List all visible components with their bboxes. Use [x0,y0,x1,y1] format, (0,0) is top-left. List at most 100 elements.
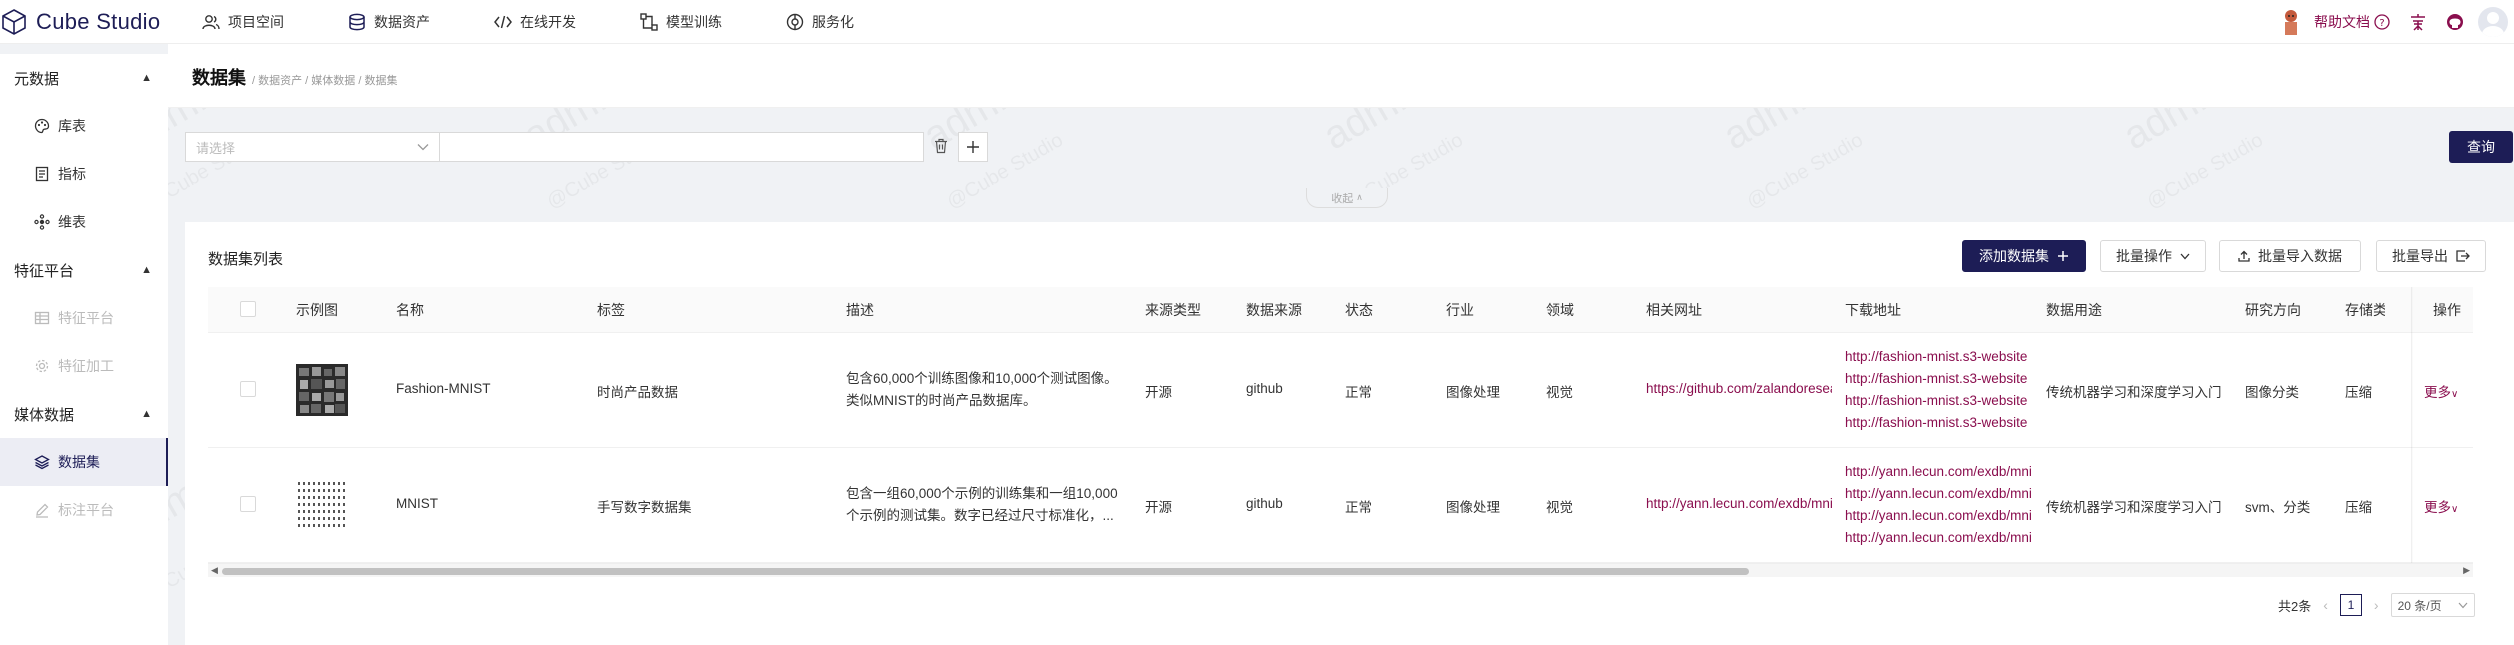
github-link[interactable] [2446,13,2464,31]
description-line: 包含60,000个训练图像和10,000个测试图像。 [846,371,1118,386]
dataset-field: 视觉 [1546,385,1573,400]
dataset-description: 包含60,000个训练图像和10,000个测试图像。 类似MNIST的时尚产品数… [846,368,1138,412]
app-logo[interactable]: Cube Studio [0,0,190,44]
column-header: 描述 [846,302,874,318]
page-size-select[interactable]: 20 条/页 [2390,593,2475,617]
select-placeholder: 请选择 [196,140,236,156]
download-url-link[interactable]: http://fashion-mnist.s3-website [1845,346,2031,368]
download-url-link[interactable]: http://yann.lecun.com/exdb/mnist/ [1845,505,2031,527]
dataset-status: 正常 [1345,500,1372,515]
description-line: 类似MNIST的时尚产品数据库。 [846,393,1037,408]
topnav-item-service[interactable]: 服务化 [786,12,854,32]
topnav-item-dev[interactable]: 在线开发 [494,12,576,32]
help-docs-link[interactable]: 帮助文档 [2314,12,2370,32]
users-icon [202,14,220,29]
sidebar-item-datasets[interactable]: 数据集 [0,438,168,486]
table-row[interactable]: MNIST 手写数字数据集 包含一组60,000个示例的训练集和一组10,000… [208,448,2473,563]
scroll-left-icon[interactable]: ◀ [211,565,218,576]
horizontal-scrollbar[interactable]: ◀ ▶ [208,563,2473,577]
batch-import-button[interactable]: 批量导入数据 [2219,240,2361,272]
table-row[interactable]: Fashion-MNIST 时尚产品数据 包含60,000个训练图像和10,00… [208,333,2473,448]
more-actions-menu[interactable]: 更多∨ [2424,381,2458,401]
column-header: 标签 [597,302,625,318]
download-url-link[interactable]: http://yann.lecun.com/exdb/mnist/ [1845,527,2031,549]
sidebar-item-dimensions[interactable]: 维表 [0,198,168,246]
filter-field-select[interactable]: 请选择 [185,132,440,162]
language-switch[interactable] [2408,12,2428,32]
table-icon [34,311,50,325]
related-url-link[interactable]: http://yann.lecun.com/exdb/mnist/ [1646,496,1832,511]
app-name: Cube Studio [36,8,161,34]
add-filter-button[interactable] [958,132,988,162]
download-url-link[interactable]: http://fashion-mnist.s3-website [1845,412,2031,434]
question-circle-icon[interactable]: ? [2374,14,2390,30]
topnav-item-data-assets[interactable]: 数据资产 [348,12,430,32]
dataset-list-card: 数据集列表 添加数据集 批量操作 批量导入数据 批量导出 示例图 名称 标签 描… [185,222,2514,645]
button-label: 批量导入数据 [2258,248,2342,264]
column-header: 操作 [2433,302,2461,318]
column-header: 数据用途 [2046,302,2102,318]
research-direction: svm、分类 [2245,500,2311,515]
more-actions-menu[interactable]: 更多∨ [2424,496,2458,516]
filter-value-input[interactable] [440,132,924,162]
sidebar-item-tables[interactable]: 库表 [0,102,168,150]
sidebar-item-label: 标注平台 [58,502,114,518]
topnav-item-label: 服务化 [812,13,854,30]
download-url-link[interactable]: http://yann.lecun.com/exdb/mnist/ [1845,461,2031,483]
column-header: 领域 [1546,302,1574,318]
row-checkbox[interactable] [240,496,256,512]
chevron-down-icon [417,144,429,151]
sidebar-item-label: 特征加工 [58,358,114,374]
related-url-link[interactable]: https://github.com/zalandoresearch/fashi… [1646,381,1832,396]
button-label: 批量导出 [2392,248,2448,264]
download-url-link[interactable]: http://yann.lecun.com/exdb/mnist/ [1845,483,2031,505]
sidebar-group-metadata[interactable]: 元数据 ▲ [0,54,168,102]
topnav-item-label: 模型训练 [666,13,722,30]
download-url-link[interactable]: http://fashion-mnist.s3-website [1845,368,2031,390]
sidebar-item-label: 数据集 [58,454,100,470]
download-urls: http://yann.lecun.com/exdb/mnist/ http:/… [1845,461,2031,549]
scrollbar-thumb[interactable] [222,568,1749,575]
user-avatar[interactable] [2478,7,2508,37]
sidebar-item-metrics[interactable]: 指标 [0,150,168,198]
topnav-item-training[interactable]: 模型训练 [640,12,722,32]
plus-icon [2058,251,2068,261]
download-url-link[interactable]: http://fashion-mnist.s3-website [1845,390,2031,412]
collapse-label: 收起 [1331,192,1354,205]
button-label: 添加数据集 [1979,248,2049,264]
translate-icon [2411,14,2425,31]
batch-operation-button[interactable]: 批量操作 [2100,240,2206,272]
svg-text:?: ? [2379,18,2384,29]
scroll-right-icon[interactable]: ▶ [2463,565,2470,576]
query-button[interactable]: 查询 [2449,131,2513,163]
breadcrumb: / 数据资产 / 媒体数据 / 数据集 [252,75,398,87]
column-header: 行业 [1446,302,1474,318]
delete-filter-button[interactable] [934,138,948,157]
select-all-checkbox[interactable] [240,301,256,317]
sidebar-item-label: 特征平台 [58,310,114,326]
column-header: 存储类 [2345,302,2385,318]
page-size-label: 20 条/页 [2397,598,2442,613]
more-label: 更多 [2424,500,2451,515]
row-checkbox[interactable] [240,381,256,397]
add-dataset-button[interactable]: 添加数据集 [1962,240,2086,272]
sidebar-group-media[interactable]: 媒体数据 ▲ [0,390,168,438]
github-icon [2447,14,2463,30]
download-urls: http://fashion-mnist.s3-website http://f… [1845,346,2031,434]
column-header: 研究方向 [2245,302,2301,318]
prev-page-icon[interactable]: ‹ [2323,597,2328,613]
dataset-name: MNIST [396,496,438,511]
dataset-thumbnail[interactable] [296,479,348,531]
topnav-item-label: 数据资产 [374,13,430,30]
page-number-current[interactable]: 1 [2339,594,2362,616]
topnav-item-project[interactable]: 项目空间 [202,12,284,32]
sidebar-group-feature[interactable]: 特征平台 ▲ [0,246,168,294]
dataset-thumbnail[interactable] [296,364,348,416]
top-navigation-bar: Cube Studio 项目空间 数据资产 在线开发 模型训练 服务化 帮助文档… [0,0,2514,44]
batch-export-button[interactable]: 批量导出 [2376,240,2486,272]
sidebar: 元数据 ▲ 库表 指标 维表 特征平台 ▲ 特征平台 特征加工 媒体数据 ▲ 数… [0,54,168,645]
sidebar-group-label: 特征平台 [14,262,75,280]
collapse-filter-toggle[interactable]: 收起 ∧ [1306,188,1388,208]
next-page-icon[interactable]: › [2374,597,2379,613]
sidebar-item-label: 维表 [58,214,86,230]
